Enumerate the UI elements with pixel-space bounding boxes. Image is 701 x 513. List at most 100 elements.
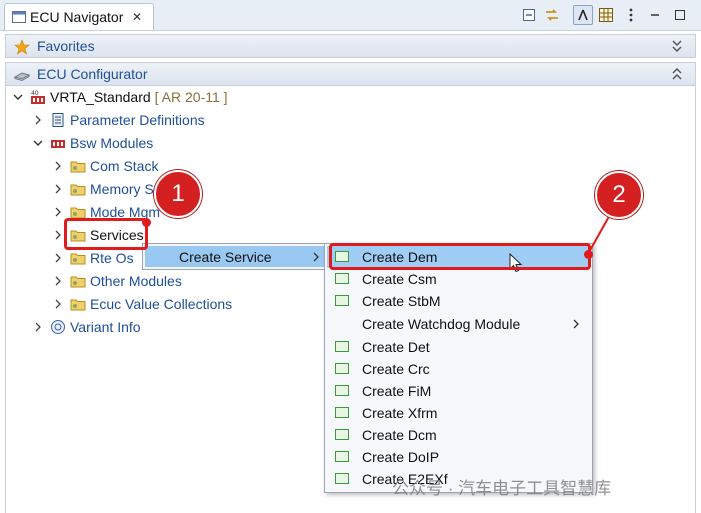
rte-os-label: Rte Os: [90, 250, 134, 266]
collapse-all-button[interactable]: [519, 5, 539, 25]
callout-dot-1: [142, 218, 151, 227]
create-watchdog-label: Create Watchdog Module: [362, 316, 521, 332]
chevron-right-icon[interactable]: [52, 183, 64, 195]
favorites-title: Favorites: [37, 38, 95, 54]
menu-item-create-dcm[interactable]: Create Dcm: [327, 424, 590, 446]
folder-icon: [70, 184, 86, 196]
chevron-right-icon[interactable]: [32, 114, 44, 126]
tree-item-root[interactable]: 40 VRTA_Standard [ AR 20-11 ]: [12, 86, 228, 108]
chevron-down-icon[interactable]: [32, 137, 44, 149]
module-icon: [335, 407, 349, 418]
grid-icon: [599, 8, 613, 22]
chevron-double-down-icon[interactable]: [671, 38, 683, 54]
create-doip-label: Create DoIP: [362, 449, 440, 465]
menu-item-create-fim[interactable]: Create FiM: [327, 380, 590, 402]
chevron-right-icon[interactable]: [52, 298, 64, 310]
tree-item-variant-info[interactable]: Variant Info: [32, 316, 141, 338]
maximize-icon: [675, 10, 685, 20]
module-icon: [335, 429, 349, 440]
folder-icon: [70, 299, 86, 311]
create-crc-label: Create Crc: [362, 361, 430, 377]
chevron-double-up-icon[interactable]: [671, 66, 683, 82]
root-label: VRTA_Standard: [50, 89, 151, 105]
chevron-right-icon[interactable]: [52, 275, 64, 287]
create-service-label: Create Service: [179, 249, 272, 265]
module-icon: [335, 273, 349, 284]
create-xfrm-label: Create Xfrm: [362, 405, 438, 421]
menu-item-create-doip[interactable]: Create DoIP: [327, 446, 590, 468]
module-icon: [335, 363, 349, 374]
chevron-right-icon[interactable]: [52, 160, 64, 172]
configurator-section-header[interactable]: ECU Configurator: [5, 62, 696, 86]
hierarchy-icon: [578, 9, 588, 21]
view-tab-bar: ECU Navigator ✕: [0, 0, 701, 31]
chevron-right-icon[interactable]: [32, 321, 44, 333]
chevron-right-icon[interactable]: [52, 206, 64, 218]
services-highlight-box: [64, 218, 148, 250]
tree-item-bsw-modules[interactable]: Bsw Modules: [32, 132, 153, 154]
tree-layout-button[interactable]: [573, 5, 593, 25]
submenu-arrow-icon: [313, 252, 319, 262]
module-icon: [335, 341, 349, 352]
menu-item-create-det[interactable]: Create Det: [327, 336, 590, 358]
create-fim-label: Create FiM: [362, 383, 432, 399]
tree-item-rte-os[interactable]: Rte Os: [52, 247, 134, 269]
close-icon[interactable]: ✕: [132, 10, 142, 24]
other-modules-label: Other Modules: [90, 273, 182, 289]
chevron-right-icon[interactable]: [52, 252, 64, 264]
more-vertical-icon: [629, 8, 633, 22]
context-menu: Create Service: [142, 243, 327, 270]
ecuc-value-collections-label: Ecuc Value Collections: [90, 296, 233, 312]
create-stbm-label: Create StbM: [362, 293, 441, 309]
com-stack-label: Com Stack: [90, 158, 159, 174]
module-icon: [335, 473, 349, 484]
tree-item-ecuc-value-collections[interactable]: Ecuc Value Collections: [52, 293, 232, 315]
create-det-label: Create Det: [362, 339, 430, 355]
configurator-icon: [14, 72, 30, 82]
svg-text:40: 40: [31, 90, 39, 97]
window-icon: [12, 11, 26, 23]
menu-item-create-csm[interactable]: Create Csm: [327, 268, 590, 290]
menu-item-create-stbm[interactable]: Create StbM: [327, 290, 590, 312]
folder-icon: [70, 276, 86, 288]
create-dem-highlight-box: [329, 243, 591, 270]
ecu-project-icon: 40: [31, 90, 45, 104]
variant-icon: [51, 320, 65, 334]
callout-number-1: 1: [171, 180, 185, 207]
configurator-title: ECU Configurator: [37, 66, 148, 82]
table-layout-button[interactable]: [596, 5, 616, 25]
tab-title: ECU Navigator: [30, 9, 124, 25]
favorites-section-header[interactable]: Favorites: [5, 34, 696, 58]
create-csm-label: Create Csm: [362, 271, 437, 287]
tab-ecu-navigator[interactable]: ECU Navigator ✕: [4, 3, 154, 30]
collapse-all-icon: [523, 9, 535, 21]
tree-item-other-modules[interactable]: Other Modules: [52, 270, 182, 292]
link-with-editor-button[interactable]: [542, 5, 562, 25]
root-version: [ AR 20-11 ]: [154, 89, 228, 105]
create-service-submenu: Create Dem Create Csm Create StbM Create…: [324, 243, 593, 493]
bsw-modules-icon: [51, 140, 65, 148]
tree-item-com-stack[interactable]: Com Stack: [52, 155, 158, 177]
callout-marker-2: 2: [595, 171, 643, 219]
module-icon: [335, 451, 349, 462]
chevron-down-icon[interactable]: [12, 91, 24, 103]
minimize-icon: [651, 14, 659, 16]
menu-item-create-crc[interactable]: Create Crc: [327, 358, 590, 380]
link-editor-icon: [546, 9, 558, 21]
folder-icon: [70, 161, 86, 173]
chevron-right-icon[interactable]: [52, 229, 64, 241]
tree-item-parameter-definitions[interactable]: Parameter Definitions: [32, 109, 205, 131]
view-menu-button[interactable]: [621, 5, 641, 25]
menu-item-create-service[interactable]: Create Service: [145, 246, 324, 267]
maximize-button[interactable]: [670, 5, 690, 25]
watermark-text: 公众号 · 汽车电子工具智慧库: [392, 479, 612, 498]
variant-info-label: Variant Info: [70, 319, 141, 335]
folder-icon: [70, 253, 86, 265]
callout-number-2: 2: [612, 181, 626, 208]
module-icon: [335, 295, 349, 306]
minimize-button[interactable]: [645, 5, 665, 25]
menu-item-create-watchdog-module[interactable]: Create Watchdog Module: [327, 313, 590, 335]
parameter-definitions-label: Parameter Definitions: [70, 112, 205, 128]
menu-item-create-xfrm[interactable]: Create Xfrm: [327, 402, 590, 424]
module-icon: [335, 385, 349, 396]
